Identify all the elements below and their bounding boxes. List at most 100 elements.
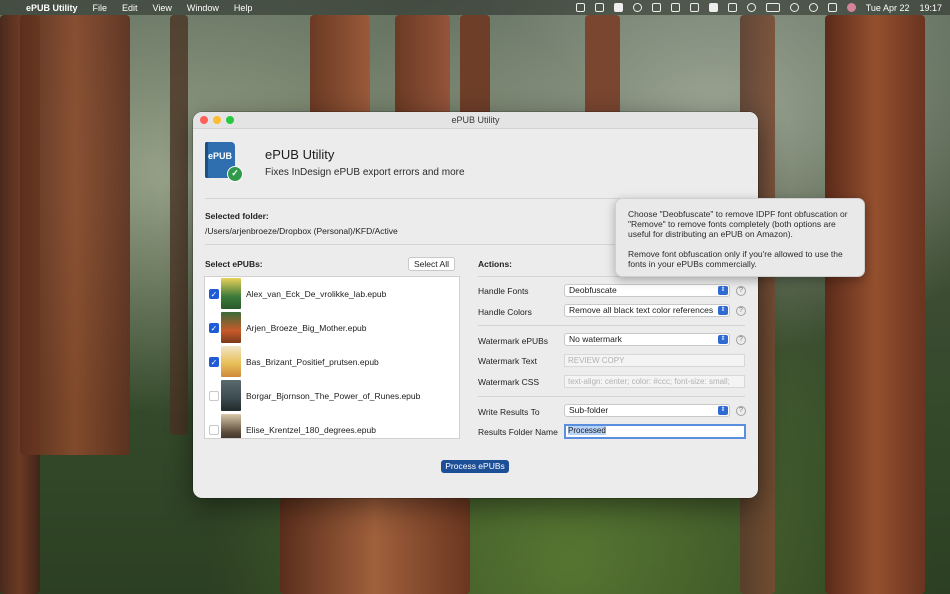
select-all-button[interactable]: Select All: [408, 257, 455, 271]
checkmark-icon: ✓: [227, 166, 243, 182]
list-item[interactable]: Elise_Krentzel_180_degrees.epub: [205, 413, 459, 438]
process-epubs-button[interactable]: Process ePUBs: [441, 460, 509, 473]
watermark-css-field[interactable]: text-align: center; color: #ccc; font-si…: [564, 375, 745, 388]
minimize-button[interactable]: [213, 116, 221, 124]
chevron-updown-icon: ⇕: [718, 286, 728, 295]
keyboard-icon[interactable]: [727, 3, 737, 12]
zoom-button[interactable]: [226, 116, 234, 124]
list-item[interactable]: Borgar_Bjornson_The_Power_of_Runes.epub: [205, 379, 459, 413]
search-icon[interactable]: [808, 3, 818, 12]
epub-filename: Bas_Brizant_Positief_prutsen.epub: [246, 357, 379, 367]
selected-folder-label: Selected folder:: [205, 211, 269, 221]
epub-filename: Alex_van_Eck_De_vrolikke_lab.epub: [246, 289, 387, 299]
select-epubs-label: Select ePUBs:: [205, 259, 263, 269]
chevron-updown-icon: ⇕: [718, 406, 728, 415]
tree-trunk: [460, 15, 490, 115]
epub-checkbox[interactable]: ✓: [209, 323, 219, 333]
book-cover: [221, 346, 241, 377]
handle-fonts-popup[interactable]: Deobfuscate ⇕: [564, 284, 730, 297]
menu-time[interactable]: 19:17: [919, 3, 942, 13]
archive-icon[interactable]: [689, 3, 699, 12]
actions-label: Actions:: [478, 259, 512, 269]
control-center-icon[interactable]: [827, 3, 837, 12]
font-icon[interactable]: [708, 3, 718, 12]
close-button[interactable]: [200, 116, 208, 124]
font-help-tooltip: Choose "Deobfuscate" to remove IDPF font…: [615, 198, 865, 277]
logo-text: ePUB: [208, 151, 233, 161]
status-area: Tue Apr 22 19:17: [575, 0, 942, 15]
menu-bar: ePUB Utility File Edit View Window Help …: [0, 0, 950, 15]
shield-icon[interactable]: [670, 3, 680, 12]
camera-icon[interactable]: [575, 3, 585, 12]
wifi-icon[interactable]: [789, 3, 799, 12]
epub-list[interactable]: ✓ Alex_van_Eck_De_vrolikke_lab.epub ✓ Ar…: [204, 276, 460, 439]
help-icon[interactable]: ?: [736, 306, 746, 316]
list-item[interactable]: ✓ Bas_Brizant_Positief_prutsen.epub: [205, 345, 459, 379]
tooltip-text: Remove font obfuscation only if you're a…: [628, 249, 843, 269]
handle-colors-popup[interactable]: Remove all black text color references ⇕: [564, 304, 730, 317]
tree-trunk: [310, 15, 370, 115]
selected-folder-path: /Users/arjenbroeze/Dropbox (Personal)/KF…: [205, 226, 398, 236]
write-results-label: Write Results To: [478, 407, 540, 417]
epub-checkbox[interactable]: [209, 425, 219, 435]
book-cover: [221, 278, 241, 309]
watermark-text-label: Watermark Text: [478, 356, 538, 366]
results-folder-value: Processed: [568, 426, 606, 435]
epub-filename: Borgar_Bjornson_The_Power_of_Runes.epub: [246, 391, 421, 401]
window-title: ePUB Utility: [451, 115, 500, 125]
menu-view[interactable]: View: [153, 3, 172, 13]
tree-trunk: [170, 15, 188, 435]
menu-app-name[interactable]: ePUB Utility: [26, 3, 78, 13]
watermark-label: Watermark ePUBs: [478, 336, 549, 346]
watermark-value: No watermark: [569, 334, 622, 344]
write-results-value: Sub-folder: [569, 405, 609, 415]
epub-checkbox[interactable]: ✓: [209, 357, 219, 367]
epub-checkbox[interactable]: ✓: [209, 289, 219, 299]
tooltip-text: Choose "Deobfuscate" to remove IDPF font…: [628, 209, 848, 239]
watermark-popup[interactable]: No watermark ⇕: [564, 333, 730, 346]
clipboard-icon[interactable]: [594, 3, 604, 12]
dropbox-icon[interactable]: [613, 3, 623, 12]
list-item[interactable]: ✓ Alex_van_Eck_De_vrolikke_lab.epub: [205, 277, 459, 311]
chevron-updown-icon: ⇕: [718, 306, 728, 315]
help-icon[interactable]: ?: [736, 335, 746, 345]
help-icon[interactable]: ?: [736, 286, 746, 296]
app-window: ePUB Utility ePUB ✓ ePUB Utility Fixes I…: [193, 112, 758, 498]
app-subtitle: Fixes InDesign ePUB export errors and mo…: [265, 167, 465, 178]
results-folder-field[interactable]: Processed: [564, 424, 746, 439]
app-logo: ePUB ✓: [205, 142, 243, 182]
watermark-text-field[interactable]: REVIEW COPY: [564, 354, 745, 367]
book-cover: [221, 414, 241, 438]
tree-trunk: [585, 15, 620, 115]
sync-icon[interactable]: [632, 3, 642, 12]
watermark-css-label: Watermark CSS: [478, 377, 540, 387]
traffic-lights: [200, 116, 234, 124]
book-cover: [221, 380, 241, 411]
app-title: ePUB Utility: [265, 147, 335, 162]
menu-help[interactable]: Help: [234, 3, 253, 13]
menu-window[interactable]: Window: [187, 3, 219, 13]
menu-file[interactable]: File: [93, 3, 108, 13]
results-folder-label: Results Folder Name: [478, 427, 558, 437]
title-bar: ePUB Utility: [193, 112, 758, 129]
siri-icon[interactable]: [846, 3, 856, 12]
tree-trunk: [280, 498, 470, 594]
help-icon[interactable]: ?: [736, 406, 746, 416]
battery-icon[interactable]: [765, 3, 780, 12]
tree-trunk: [20, 15, 130, 455]
menu-edit[interactable]: Edit: [122, 3, 138, 13]
handle-fonts-value: Deobfuscate: [569, 285, 617, 295]
epub-checkbox[interactable]: [209, 391, 219, 401]
menu-date[interactable]: Tue Apr 22: [866, 3, 910, 13]
handle-colors-label: Handle Colors: [478, 307, 532, 317]
handle-fonts-label: Handle Fonts: [478, 286, 529, 296]
write-results-popup[interactable]: Sub-folder ⇕: [564, 404, 730, 417]
epub-filename: Arjen_Broeze_Big_Mother.epub: [246, 323, 367, 333]
chevron-updown-icon: ⇕: [718, 335, 728, 344]
tree-trunk: [825, 15, 925, 594]
list-item[interactable]: ✓ Arjen_Broeze_Big_Mother.epub: [205, 311, 459, 345]
script-icon[interactable]: [651, 3, 661, 12]
app-header: ePUB ✓ ePUB Utility Fixes InDesign ePUB …: [205, 140, 745, 186]
tree-trunk: [395, 15, 450, 115]
time-machine-icon[interactable]: [746, 3, 756, 12]
